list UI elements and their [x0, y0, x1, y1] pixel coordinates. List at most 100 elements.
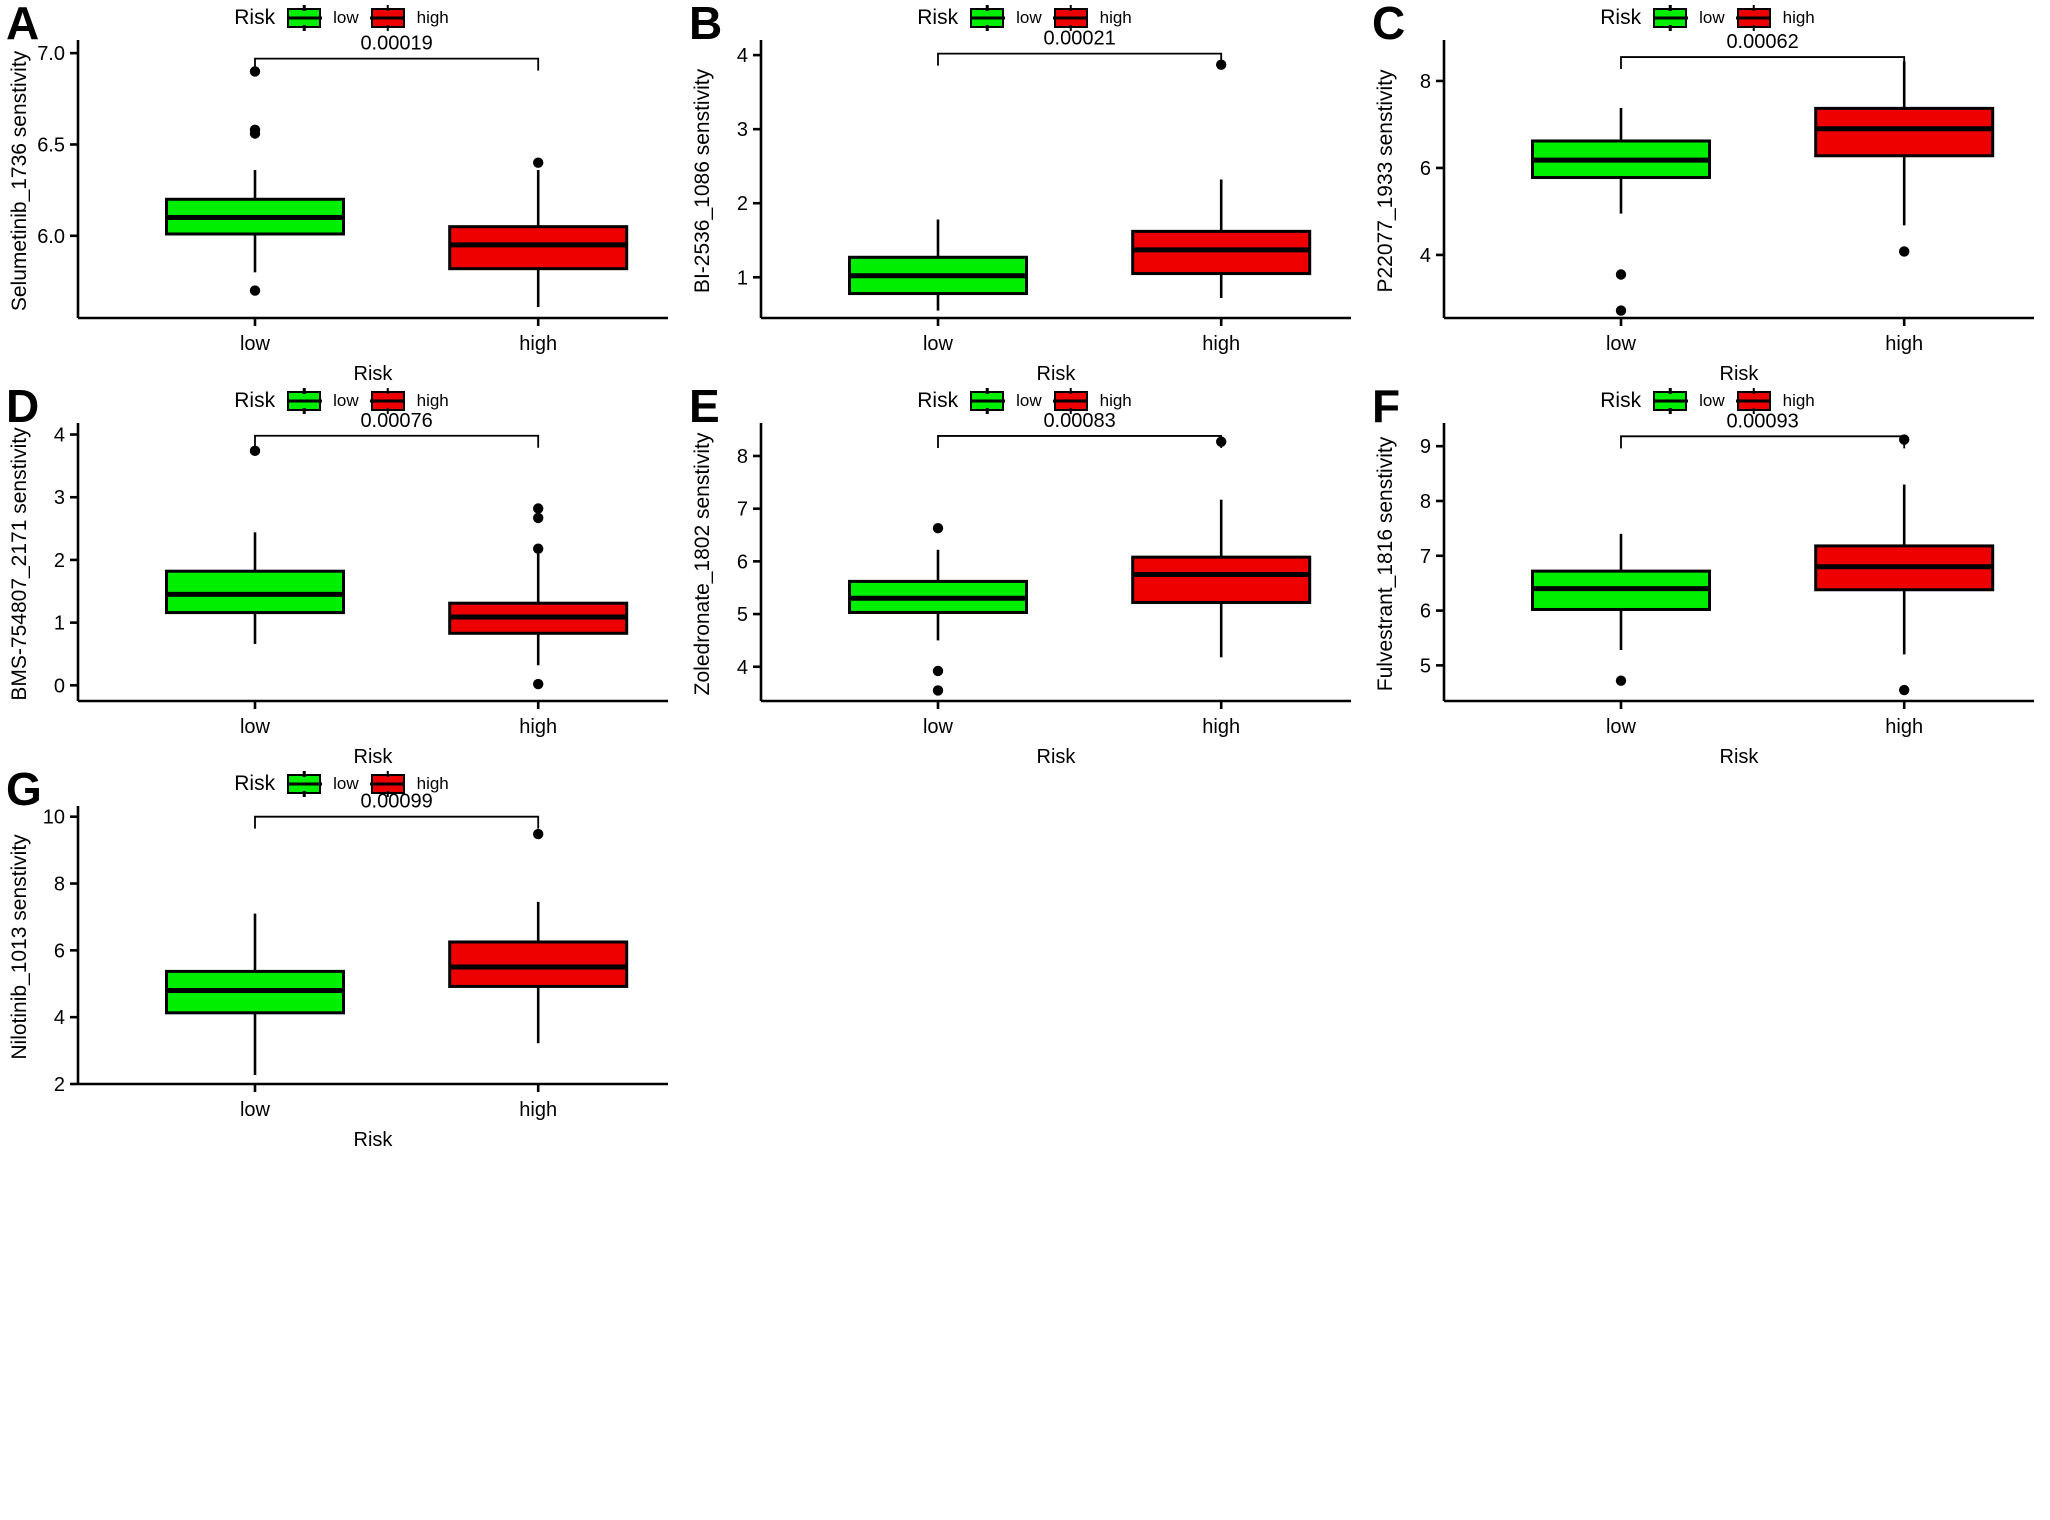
significance-bracket [937, 435, 1223, 448]
panel-a: A Risk low high 6.0 6.5 7.0 low high Risk Selumeti… [0, 0, 683, 383]
y-tick-label: 6 [1420, 601, 1431, 623]
outlier-point [533, 157, 544, 168]
y-tick-label: 10 [43, 807, 65, 829]
x-tick-label: high [1202, 716, 1240, 738]
plot-area: 6.0 6.5 7.0 low high Risk Selumetinib_1736 sen… [8, 33, 668, 383]
y-axis-title: P22077_1933 senstivity [1374, 69, 1397, 292]
y-tick-label: 3 [737, 119, 748, 141]
outlier-point [533, 543, 544, 554]
y-axis-title: Fulvestrant_1816 senstivity [1374, 436, 1397, 691]
y-axis-title: BMS-754807_2171 senstivity [8, 427, 31, 701]
y-tick-label: 4 [54, 1007, 65, 1029]
box-high [448, 225, 629, 271]
outlier-point [533, 503, 544, 514]
y-tick-label: 2 [737, 193, 748, 215]
outlier-point [1615, 269, 1627, 280]
panel-g: G Risk low high 2 4 6 8 10 low high Risk Nilotinib_1… [0, 766, 683, 1149]
outlier-point [932, 685, 944, 696]
outlier-point [1615, 305, 1627, 316]
outlier-point [1216, 436, 1227, 447]
y-tick-label: 3 [54, 487, 65, 509]
plot-area: 2 4 6 8 10 low high Risk Nilotinib_1013 senstivi… [8, 791, 668, 1149]
box-high [448, 940, 629, 988]
box-high [1814, 106, 1995, 158]
y-tick-label: 0 [54, 675, 65, 697]
outlier-point [1899, 246, 1910, 257]
panel-e: E Risk low high 4 5 6 7 8 low high Risk Zoledronate_… [683, 383, 1366, 766]
y-tick-label: 6 [1420, 158, 1431, 180]
panel-d: D Risk low high 0 1 2 3 4 low high Risk BMS-754807_2… [0, 383, 683, 766]
outlier-point [932, 522, 944, 534]
y-tick-label: 7 [1420, 546, 1431, 568]
y-tick-label: 2 [54, 1074, 65, 1096]
box-high [1131, 229, 1312, 276]
x-axis-title: Risk [1037, 746, 1077, 766]
significance-bracket [1620, 56, 1906, 70]
outlier-point [249, 66, 261, 77]
x-tick-label: high [1885, 333, 1923, 355]
y-tick-label: 4 [54, 425, 65, 447]
significance-bracket [254, 57, 540, 71]
outlier-point [1899, 434, 1910, 445]
y-tick-label: 1 [737, 267, 748, 289]
x-axis-title: Risk [354, 1129, 394, 1149]
outlier-point [932, 665, 944, 677]
y-tick-label: 2 [54, 550, 65, 572]
p-value-label: 0.00093 [1726, 410, 1798, 432]
outlier-point [249, 128, 261, 139]
plot-area: 5 6 7 8 9 low high Risk Fulvestrant_1816 senstiv… [1374, 410, 2034, 766]
x-axis-title: Risk [1720, 746, 1760, 766]
y-tick-label: 8 [737, 446, 748, 468]
y-tick-label: 4 [737, 657, 748, 679]
box-high [1131, 555, 1312, 604]
x-tick-label: high [519, 716, 557, 738]
p-value-label: 0.00076 [360, 410, 432, 432]
y-tick-label: 6.5 [37, 134, 65, 156]
p-value-label: 0.00083 [1043, 410, 1115, 432]
panel-f: F Risk low high 5 6 7 8 9 low high Risk Fulvestrant_… [1366, 383, 2049, 766]
plot-area: 4 5 6 7 8 low high Risk Zoledronate_1802 senstiv… [691, 410, 1351, 766]
y-axis-title: Selumetinib_1736 senstivity [8, 50, 31, 311]
p-value-label: 0.00099 [360, 791, 432, 813]
y-tick-label: 4 [1420, 245, 1431, 267]
outlier-point [249, 285, 261, 296]
y-tick-label: 8 [1420, 71, 1431, 93]
y-tick-label: 6.0 [37, 226, 65, 248]
panel-b: B Risk low high 1 2 3 4 low high Risk BI-2536_1086 … [683, 0, 1366, 383]
x-axis-title: Risk [354, 746, 394, 766]
significance-bracket [937, 52, 1223, 66]
x-tick-label: low [1606, 716, 1637, 738]
x-tick-label: low [923, 716, 954, 738]
plot-area: 4 6 8 low high Risk P22077_1933 senstivity 0.00… [1374, 31, 2034, 383]
outlier-point [533, 512, 544, 524]
y-tick-label: 6 [54, 940, 65, 962]
p-value-label: 0.00021 [1043, 28, 1115, 50]
significance-bracket [254, 815, 540, 829]
outlier-point [249, 445, 261, 457]
outlier-point [533, 828, 544, 840]
x-tick-label: low [240, 716, 271, 738]
y-tick-label: 7.0 [37, 43, 65, 65]
y-tick-label: 6 [737, 551, 748, 573]
significance-bracket [254, 434, 540, 448]
y-tick-label: 1 [54, 613, 65, 635]
p-value-label: 0.00062 [1726, 31, 1798, 53]
y-tick-label: 4 [737, 45, 748, 67]
x-axis-title: Risk [1037, 363, 1077, 383]
significance-bracket [1620, 435, 1906, 449]
x-tick-label: high [519, 1099, 557, 1121]
x-axis-title: Risk [1720, 363, 1760, 383]
x-tick-label: high [1202, 333, 1240, 355]
x-tick-label: low [923, 333, 954, 355]
x-tick-label: high [1885, 716, 1923, 738]
y-tick-label: 7 [737, 499, 748, 521]
plot-area: 1 2 3 4 low high Risk BI-2536_1086 senstivity 0.… [691, 28, 1351, 383]
y-tick-label: 5 [1420, 655, 1431, 677]
x-axis-title: Risk [354, 363, 394, 383]
x-tick-label: low [240, 1099, 271, 1121]
x-tick-label: high [519, 333, 557, 355]
outlier-point [1216, 59, 1227, 70]
outlier-point [1899, 684, 1910, 696]
y-tick-label: 5 [737, 604, 748, 626]
y-tick-label: 8 [54, 874, 65, 896]
